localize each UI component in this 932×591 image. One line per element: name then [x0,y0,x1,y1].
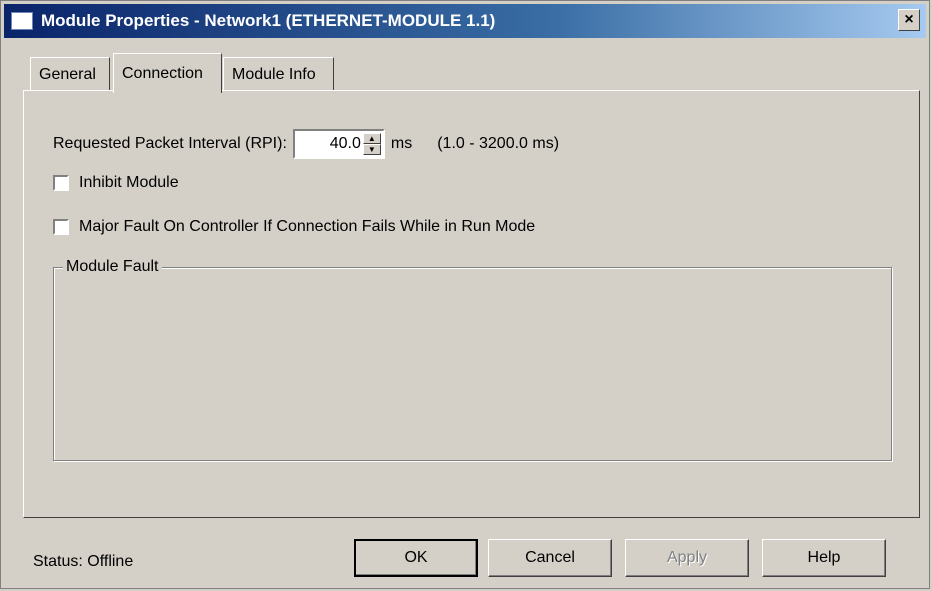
help-button[interactable]: Help [762,539,886,577]
rpi-label: Requested Packet Interval (RPI): [53,135,287,152]
ok-button-label: OK [404,549,428,566]
help-button-label: Help [807,549,841,566]
major-fault-label[interactable]: Major Fault On Controller If Connection … [79,218,535,236]
tab-general-label: General [39,65,96,83]
window-icon [11,12,33,30]
inhibit-module-checkbox[interactable] [53,175,69,191]
close-button[interactable]: × [898,9,920,31]
rpi-range: (1.0 - 3200.0 ms) [437,135,560,152]
inhibit-module-label[interactable]: Inhibit Module [79,174,179,192]
rpi-spinner[interactable]: ▲ ▼ [362,133,381,155]
cancel-button-label: Cancel [525,549,575,566]
tab-connection-label: Connection [122,64,203,82]
major-fault-checkbox[interactable] [53,219,69,235]
module-fault-label: Module Fault [63,258,162,276]
rpi-row: Requested Packet Interval (RPI): 40.0 ▲ … [53,128,559,160]
title-bar[interactable]: Module Properties - Network1 (ETHERNET-M… [4,4,926,38]
window-title: Module Properties - Network1 (ETHERNET-M… [41,11,496,30]
tab-module-info-label: Module Info [232,65,316,83]
apply-button[interactable]: Apply [625,539,749,577]
module-fault-group: Module Fault [53,258,892,461]
spin-down-icon[interactable]: ▼ [362,144,381,155]
tab-connection[interactable]: Connection [113,53,222,93]
status-line: Status: Offline [33,553,133,571]
rpi-input[interactable]: 40.0 ▲ ▼ [292,129,385,159]
rpi-value: 40.0 [329,135,361,152]
spin-up-icon[interactable]: ▲ [362,133,381,144]
inhibit-module-row: Inhibit Module [53,174,179,192]
rpi-unit: ms [390,135,413,152]
status-label: Status: [33,553,83,570]
ok-button[interactable]: OK [354,539,478,577]
status-value: Offline [87,553,134,570]
major-fault-row: Major Fault On Controller If Connection … [53,218,535,236]
tab-general[interactable]: General [30,57,110,91]
tab-module-info[interactable]: Module Info [223,57,334,91]
cancel-button[interactable]: Cancel [488,539,612,577]
close-icon: × [904,11,914,28]
apply-button-label: Apply [666,549,708,566]
module-properties-dialog: Module Properties - Network1 (ETHERNET-M… [0,0,930,589]
